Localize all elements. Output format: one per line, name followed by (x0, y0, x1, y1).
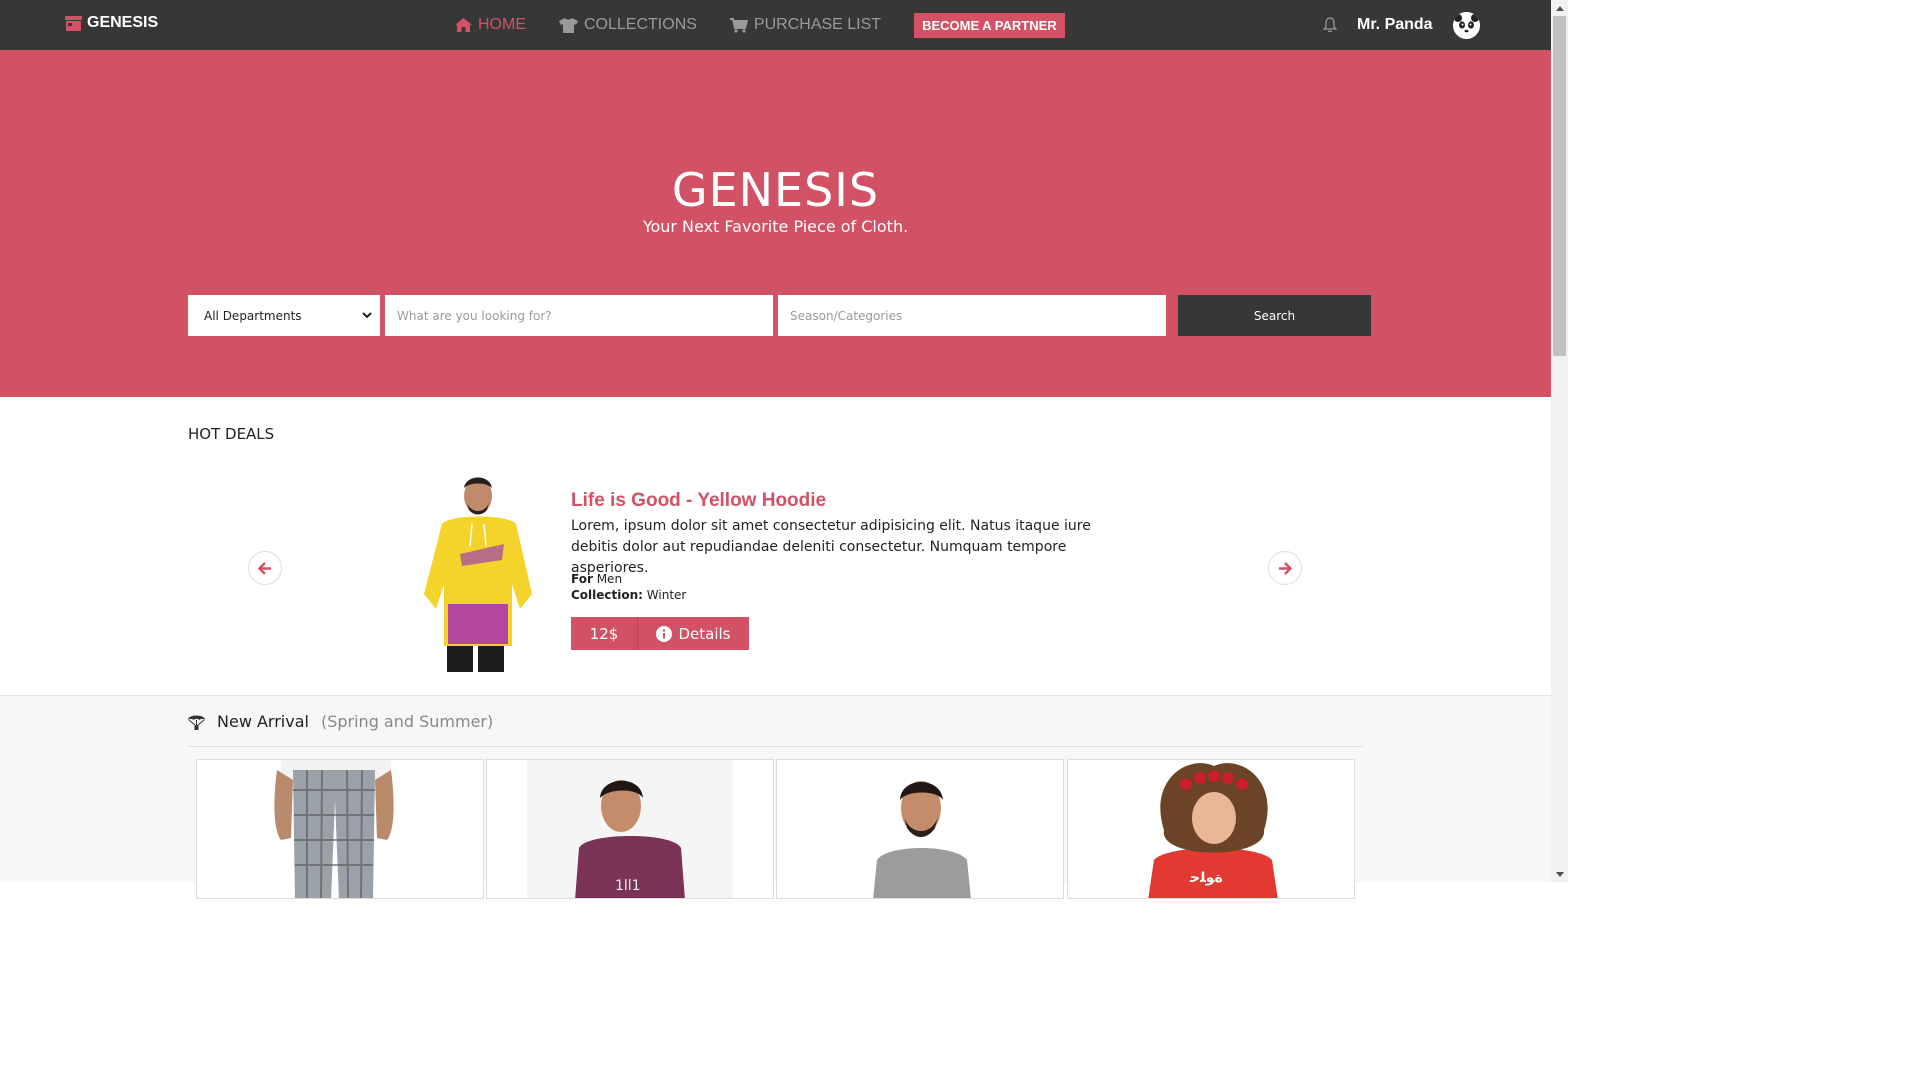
search-button[interactable]: Search (1178, 295, 1371, 336)
user-area: Mr. Panda (1323, 0, 1480, 50)
become-partner-button[interactable]: BECOME A PARTNER (914, 12, 1065, 38)
product-image: ﺓﻮﻠﺣ (1148, 763, 1278, 898)
hero-subtitle: Your Next Favorite Piece of Cloth. (642, 217, 909, 236)
carousel-prev-button[interactable] (248, 551, 282, 585)
shirt-icon (559, 17, 578, 33)
svg-text:1ll1: 1ll1 (615, 878, 641, 894)
new-arrival-subtitle: (Spring and Summer) (320, 712, 494, 731)
scroll-down-arrow-icon[interactable] (1551, 866, 1568, 882)
new-arrival-title: New Arrival (217, 712, 309, 731)
brand-name: GENESIS (87, 14, 159, 31)
brand-logo[interactable]: GENESIS (65, 14, 158, 32)
new-arrival-header: New Arrival (Spring and Summer) (188, 712, 493, 731)
department-select[interactable]: All Departments (188, 295, 380, 336)
parachute-icon (188, 715, 205, 730)
nav-collections-label: COLLECTIONS (584, 16, 697, 33)
hero-title: GENESIS (671, 163, 880, 217)
deal-collection-line: Collection: Winter (571, 588, 686, 602)
product-image: 1ll1 (527, 760, 733, 898)
deal-collection-label: Collection: (571, 588, 643, 602)
deal-details-button[interactable]: Details (638, 617, 749, 650)
department-select-value: All Departments (204, 308, 302, 323)
chevron-down-icon (362, 312, 372, 319)
deal-for-value: Men (596, 572, 623, 586)
main-nav: HOME COLLECTIONS PURCHASE LIST BECOME A … (455, 0, 1065, 50)
product-card[interactable]: ﺓﻮﻠﺣ (1067, 759, 1355, 899)
product-image (274, 760, 394, 898)
scroll-up-arrow-icon[interactable] (1551, 0, 1568, 16)
product-card[interactable] (776, 759, 1064, 899)
product-card[interactable]: 1ll1 (486, 759, 774, 899)
hero-banner: GENESIS Your Next Favorite Piece of Clot… (0, 50, 1551, 397)
bell-icon[interactable] (1323, 17, 1337, 33)
carousel-next-button[interactable] (1268, 551, 1302, 585)
page-scrollbar[interactable] (1551, 0, 1568, 882)
nav-purchase-list-label: PURCHASE LIST (753, 16, 882, 33)
nav-purchase-list[interactable]: PURCHASE LIST (729, 16, 882, 34)
scrollbar-thumb[interactable] (1553, 16, 1566, 356)
divider (188, 746, 1363, 747)
deal-product-description: Lorem, ipsum dolor sit amet consectetur … (571, 518, 1091, 576)
info-icon (656, 625, 673, 642)
arrow-right-icon (1279, 561, 1292, 575)
panda-avatar-icon[interactable] (1452, 11, 1480, 39)
deal-product-title[interactable]: Life is Good - Yellow Hoodie (571, 490, 826, 512)
svg-text:ﺓﻮﻠﺣ: ﺓﻮﻠﺣ (1189, 870, 1223, 886)
product-image (873, 781, 971, 898)
deal-details-label: Details (678, 624, 731, 643)
nav-collections[interactable]: COLLECTIONS (559, 16, 697, 34)
deal-collection-value: Winter (646, 588, 687, 602)
hot-deals-heading: HOT DEALS (188, 425, 275, 443)
arrow-left-icon (258, 561, 271, 575)
deal-price-button[interactable]: 12$ (571, 617, 638, 650)
nav-home-label: HOME (478, 16, 526, 33)
deal-actions: 12$ Details (571, 617, 749, 650)
deal-for-line: For Men (571, 572, 622, 586)
user-name[interactable]: Mr. Panda (1357, 16, 1433, 34)
home-icon (455, 18, 472, 32)
navbar: GENESIS HOME COLLECTIONS PURCHASE LIST B… (0, 0, 1551, 50)
deal-for-label: For (571, 572, 593, 586)
product-card[interactable] (196, 759, 484, 899)
deal-product-image[interactable] (420, 474, 538, 672)
season-category-input[interactable]: Season/Categories (778, 295, 1166, 336)
store-icon (65, 15, 82, 31)
search-query-input[interactable]: What are you looking for? (385, 295, 773, 336)
cart-icon (729, 17, 748, 33)
new-arrival-section: New Arrival (Spring and Summer) 1ll1 ﺓﻮﻠ… (0, 695, 1551, 899)
nav-home[interactable]: HOME (455, 16, 526, 34)
